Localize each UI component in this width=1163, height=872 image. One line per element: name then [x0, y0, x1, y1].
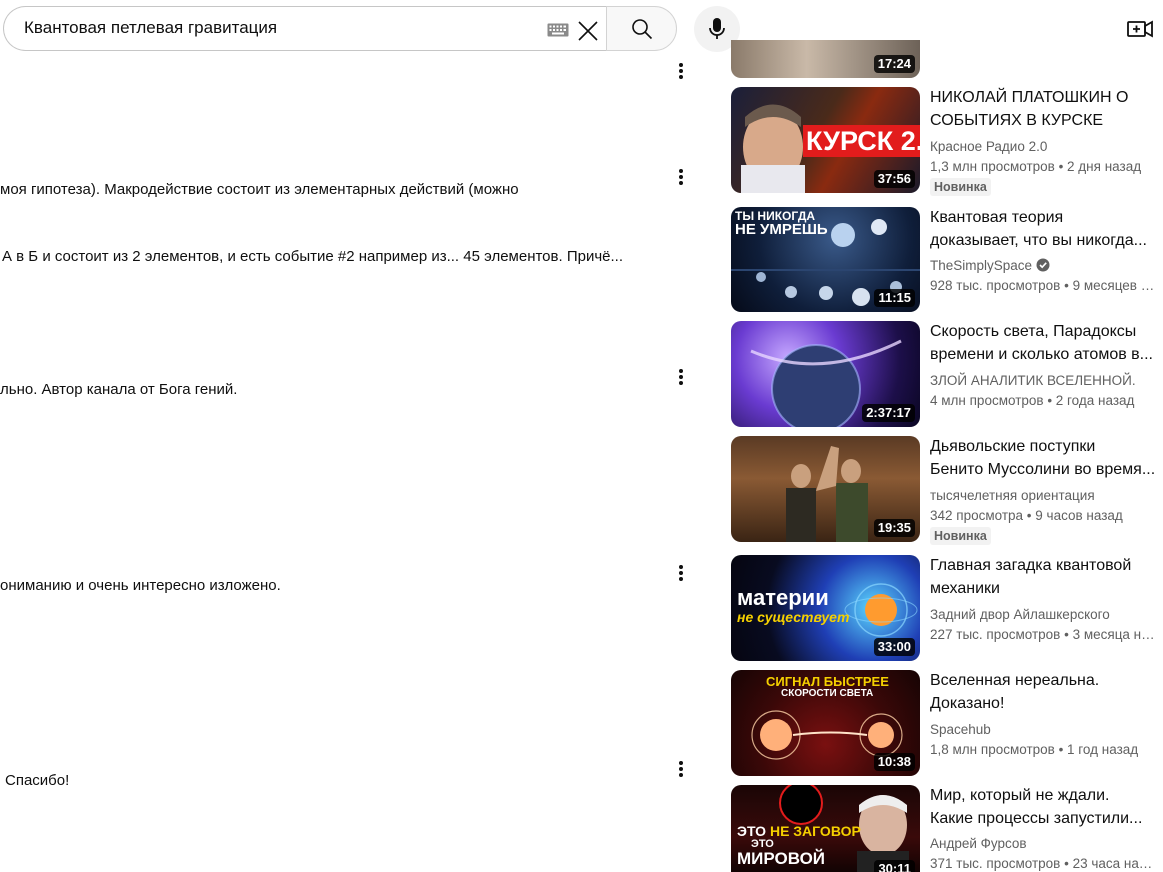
video-thumbnail[interactable]: ЭТО НЕ ЗАГОВОР ЭТО МИРОВОЙ 30:11 — [731, 785, 920, 872]
video-duration: 17:24 — [873, 55, 915, 73]
search-box[interactable]: Квантовая петлевая гравитация — [3, 6, 607, 51]
video-title[interactable]: Мир, который не ждали. Какие процессы за… — [930, 784, 1156, 830]
comment-text: ониманию и очень интересно изложено. — [0, 577, 281, 594]
create-video-icon[interactable] — [1126, 16, 1154, 42]
microphone-icon — [709, 18, 725, 39]
video-duration: 30:11 — [874, 860, 915, 872]
search-input[interactable]: Квантовая петлевая гравитация — [24, 18, 277, 38]
video-duration: 11:15 — [874, 289, 915, 307]
search-button[interactable] — [606, 6, 677, 51]
thumbnail-title-line: ЭТО НЕ ЗАГОВОР — [737, 823, 861, 839]
video-duration: 10:38 — [873, 753, 915, 771]
comment-menu-button[interactable] — [672, 166, 690, 188]
video-title[interactable]: Квантовая теория доказывает, что вы нико… — [930, 206, 1156, 252]
thumbnail-title-line: не существует — [737, 609, 850, 625]
video-meta: 227 тыс. просмотров • 3 месяца назад — [930, 627, 1156, 642]
comment-menu-button[interactable] — [672, 758, 690, 780]
thumbnail-title: КУРСК 2.0 — [803, 125, 920, 157]
video-channel[interactable]: Spacehub — [930, 721, 991, 739]
video-meta: 1,3 млн просмотров • 2 дня назад — [930, 159, 1142, 174]
comment-text: моя гипотеза). Макродействие состоит из … — [0, 181, 519, 198]
video-channel[interactable]: тысячелетняя ориентация — [930, 487, 1095, 505]
thumbnail-title-line: СКОРОСТИ СВЕТА — [781, 688, 874, 699]
comment-menu-button[interactable] — [672, 366, 690, 388]
video-meta: 342 просмотра • 9 часов назад — [930, 508, 1123, 523]
video-thumbnail[interactable]: 2:37:17 — [731, 321, 920, 427]
comment-menu-button[interactable] — [672, 60, 690, 82]
video-channel[interactable]: ЗЛОЙ АНАЛИТИК ВСЕЛЕННОЙ. — [930, 372, 1136, 390]
video-title[interactable]: Дьявольские поступки Бенито Муссолини во… — [930, 435, 1156, 481]
video-channel[interactable]: TheSimplySpace — [930, 257, 1050, 275]
video-thumbnail[interactable]: 17:24 — [731, 40, 920, 78]
thumbnail-title-line: материи — [737, 585, 829, 610]
video-channel[interactable]: Красное Радио 2.0 — [930, 138, 1047, 156]
video-title[interactable]: Вселенная нереальна. Доказано! — [930, 669, 1156, 715]
thumbnail-title-line: СИГНАЛ БЫСТРЕЕ — [766, 674, 889, 689]
new-badge: Новинка — [930, 527, 991, 545]
video-title[interactable]: Скорость света, Парадоксы времени и скол… — [930, 320, 1156, 366]
video-thumbnail[interactable]: ТЫ НИКОГДА НЕ УМРЕШЬ 11:15 — [731, 207, 920, 312]
video-meta: 1,8 млн просмотров • 1 год назад — [930, 742, 1139, 757]
video-duration: 37:56 — [873, 170, 915, 188]
video-meta: 371 тыс. просмотров • 23 часа назад — [930, 856, 1156, 871]
video-thumbnail[interactable]: СИГНАЛ БЫСТРЕЕ СКОРОСТИ СВЕТА 10:38 — [731, 670, 920, 776]
verified-icon — [1036, 258, 1050, 272]
video-thumbnail[interactable]: материи не существует 33:00 — [731, 555, 920, 661]
comment-text: Спасибо! — [5, 772, 70, 789]
video-duration: 19:35 — [873, 519, 915, 537]
video-meta: 4 млн просмотров • 2 года назад — [930, 393, 1135, 408]
video-duration: 33:00 — [873, 638, 915, 656]
video-title[interactable]: Главная загадка квантовой механики — [930, 554, 1156, 600]
video-channel[interactable]: Задний двор Айлашкерского — [930, 606, 1110, 624]
thumbnail-title-line: МИРОВОЙ — [737, 849, 826, 868]
channel-name[interactable]: TheSimplySpace — [930, 258, 1032, 273]
comment-text: А в Б и состоит из 2 элементов, и есть с… — [2, 248, 623, 265]
search-icon — [632, 19, 653, 40]
video-thumbnail[interactable]: КУРСК 2.0 37:56 — [731, 87, 920, 193]
thumbnail-title-line: НЕ УМРЕШЬ — [735, 221, 828, 238]
video-meta: 928 тыс. просмотров • 9 месяцев назад — [930, 278, 1156, 293]
close-icon[interactable] — [577, 20, 599, 42]
comment-text: льно. Автор канала от Бога гений. — [0, 381, 238, 398]
video-channel[interactable]: Андрей Фурсов — [930, 835, 1027, 853]
keyboard-icon[interactable] — [547, 23, 569, 37]
video-thumbnail[interactable]: 19:35 — [731, 436, 920, 542]
new-badge: Новинка — [930, 178, 991, 196]
video-duration: 2:37:17 — [862, 404, 915, 422]
video-title[interactable]: НИКОЛАЙ ПЛАТОШКИН О СОБЫТИЯХ В КУРСКЕ — [930, 86, 1156, 132]
comment-menu-button[interactable] — [672, 562, 690, 584]
